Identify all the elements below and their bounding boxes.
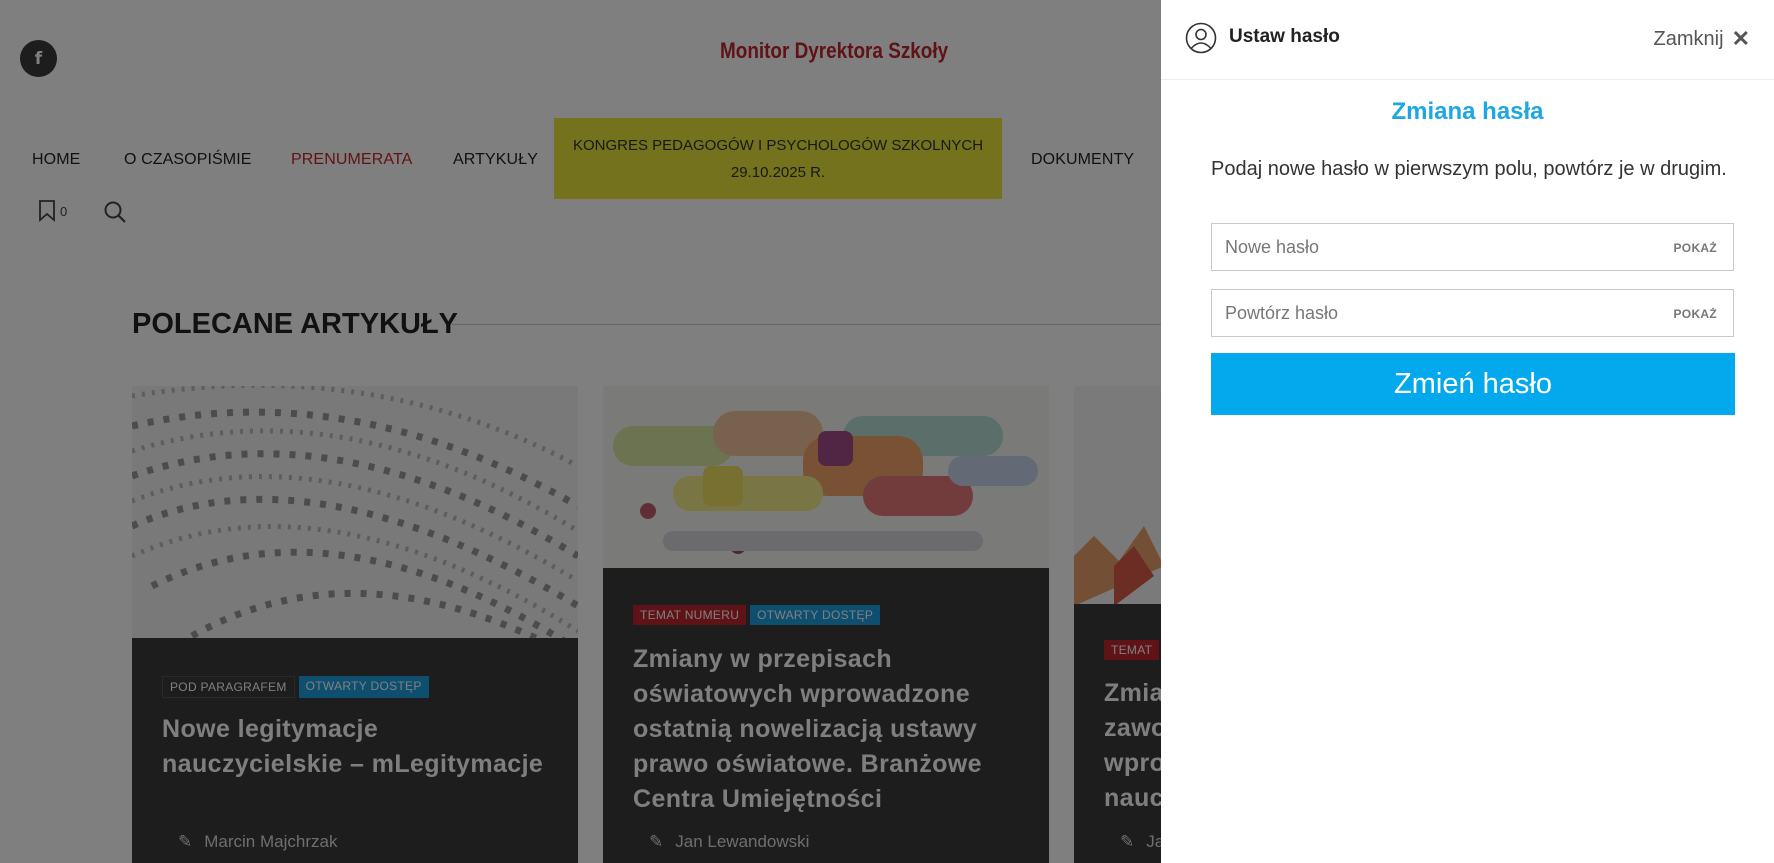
new-password-input[interactable]: [1212, 224, 1632, 270]
repeat-password-field: POKAŻ: [1211, 289, 1734, 337]
new-password-field: POKAŻ: [1211, 223, 1734, 271]
show-new-password-button[interactable]: POKAŻ: [1674, 241, 1718, 255]
user-icon: [1185, 22, 1217, 54]
form-description: Podaj nowe hasło w pierwszym polu, powtó…: [1211, 158, 1727, 180]
close-icon: ✕: [1731, 26, 1750, 51]
close-label: Zamknij: [1653, 27, 1724, 50]
show-repeat-password-button[interactable]: POKAŻ: [1674, 307, 1718, 321]
set-password-drawer: Ustaw hasło Zamknij ✕ Zmiana hasła Podaj…: [1161, 0, 1774, 863]
drawer-title: Ustaw hasło: [1229, 26, 1340, 47]
form-heading: Zmiana hasła: [1391, 98, 1544, 125]
close-button[interactable]: Zamknij ✕: [1654, 26, 1750, 52]
repeat-password-input[interactable]: [1212, 290, 1632, 336]
drawer-header: Ustaw hasło Zamknij ✕: [1161, 0, 1774, 80]
change-password-button[interactable]: Zmień hasło: [1211, 353, 1735, 415]
